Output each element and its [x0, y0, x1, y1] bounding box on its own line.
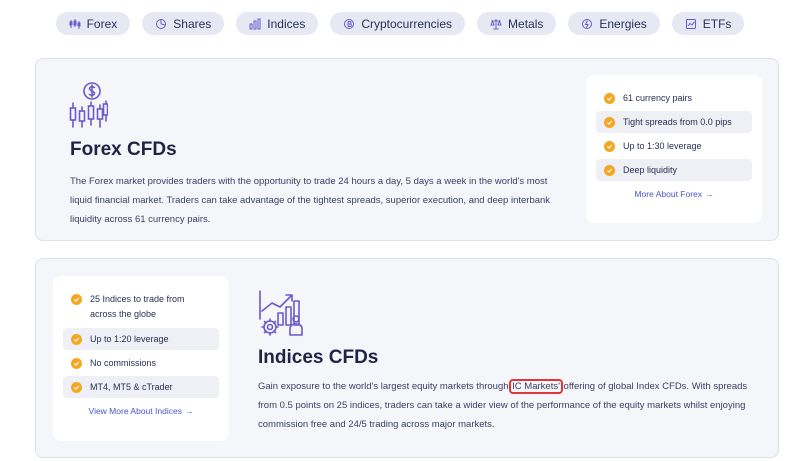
indices-feature-label: MT4, MT5 & cTrader [90, 382, 173, 392]
check-icon [71, 357, 82, 369]
forex-features-box: 61 currency pairs Tight spreads from 0.0… [586, 75, 762, 223]
indices-feature-item: No commissions [63, 352, 219, 374]
pill-shares[interactable]: Shares [142, 12, 225, 35]
pie-chart-icon [156, 18, 167, 29]
view-more-about-indices-label: View More About Indices [88, 406, 182, 416]
indices-feature-label: Up to 1:20 leverage [90, 334, 169, 344]
category-nav: Forex Shares Indices Cryptocurrencies Me… [0, 12, 800, 35]
energy-icon [582, 18, 593, 29]
pill-indices[interactable]: Indices [236, 12, 319, 35]
view-more-about-indices-link[interactable]: View More About Indices → [63, 406, 219, 416]
pill-indices-label: Indices [267, 16, 306, 31]
forex-description: The Forex market provides traders with t… [70, 176, 551, 225]
pill-etfs[interactable]: ETFs [671, 12, 745, 35]
check-icon [604, 140, 615, 152]
candlestick-dollar-icon [69, 82, 108, 128]
more-about-forex-label: More About Forex [634, 189, 703, 199]
forex-feature-label: Deep liquidity [623, 165, 678, 175]
forex-icon [69, 18, 81, 29]
check-icon [71, 333, 82, 345]
forex-title: Forex CFDs [70, 139, 177, 160]
check-icon [604, 116, 615, 128]
forex-feature-label: Tight spreads from 0.0 pips [623, 117, 732, 127]
check-icon [604, 164, 615, 176]
pill-metals[interactable]: Metals [477, 12, 557, 35]
pill-etfs-label: ETFs [702, 16, 732, 31]
pill-metals-label: Metals [508, 16, 544, 31]
scales-icon [490, 18, 502, 29]
forex-feature-item: Deep liquidity [596, 159, 752, 181]
indices-feature-item: Up to 1:20 leverage [63, 328, 219, 350]
more-about-forex-link[interactable]: More About Forex → [596, 189, 752, 199]
gear-chart-person-icon [259, 290, 303, 336]
pill-energies-label: Energies [599, 16, 647, 31]
indices-feature-item: 25 Indices to trade from across the glob… [63, 288, 219, 326]
pill-shares-label: Shares [173, 16, 212, 31]
pill-cryptocurrencies[interactable]: Cryptocurrencies [330, 12, 466, 35]
etf-icon [685, 18, 696, 29]
indices-title: Indices CFDs [258, 347, 378, 369]
bar-chart-icon [249, 18, 261, 29]
pill-forex[interactable]: Forex [55, 12, 131, 35]
check-icon [71, 294, 82, 305]
pill-energies[interactable]: Energies [568, 12, 660, 35]
check-icon [604, 92, 615, 104]
ic-markets-highlight: IC Markets' [509, 379, 563, 394]
indices-description: Gain exposure to the world's largest equ… [258, 377, 748, 434]
arrow-right-icon: → [184, 406, 194, 416]
forex-card: Forex CFDs The Forex market provides tra… [35, 58, 779, 241]
indices-feature-label: No commissions [90, 358, 157, 368]
coin-icon [344, 18, 355, 29]
pill-cryptocurrencies-label: Cryptocurrencies [361, 16, 453, 31]
forex-feature-label: 61 currency pairs [623, 93, 693, 103]
indices-feature-item: MT4, MT5 & cTrader [63, 376, 219, 398]
arrow-right-icon: → [705, 189, 714, 199]
forex-feature-label: Up to 1:30 leverage [623, 141, 702, 151]
indices-feature-label: 25 Indices to trade from across the glob… [90, 294, 185, 319]
indices-title-text: Indices CFDs [258, 347, 379, 368]
forex-feature-item: Tight spreads from 0.0 pips [596, 111, 752, 133]
indices-features-box: 25 Indices to trade from across the glob… [53, 276, 229, 441]
indices-desc-start: Gain exposure to the world's largest equ… [258, 381, 512, 392]
forex-feature-item: 61 currency pairs [596, 87, 752, 109]
indices-card: 25 Indices to trade from across the glob… [35, 258, 779, 458]
check-icon [71, 381, 82, 393]
forex-feature-item: Up to 1:30 leverage [596, 135, 752, 157]
pill-forex-label: Forex [86, 16, 118, 31]
